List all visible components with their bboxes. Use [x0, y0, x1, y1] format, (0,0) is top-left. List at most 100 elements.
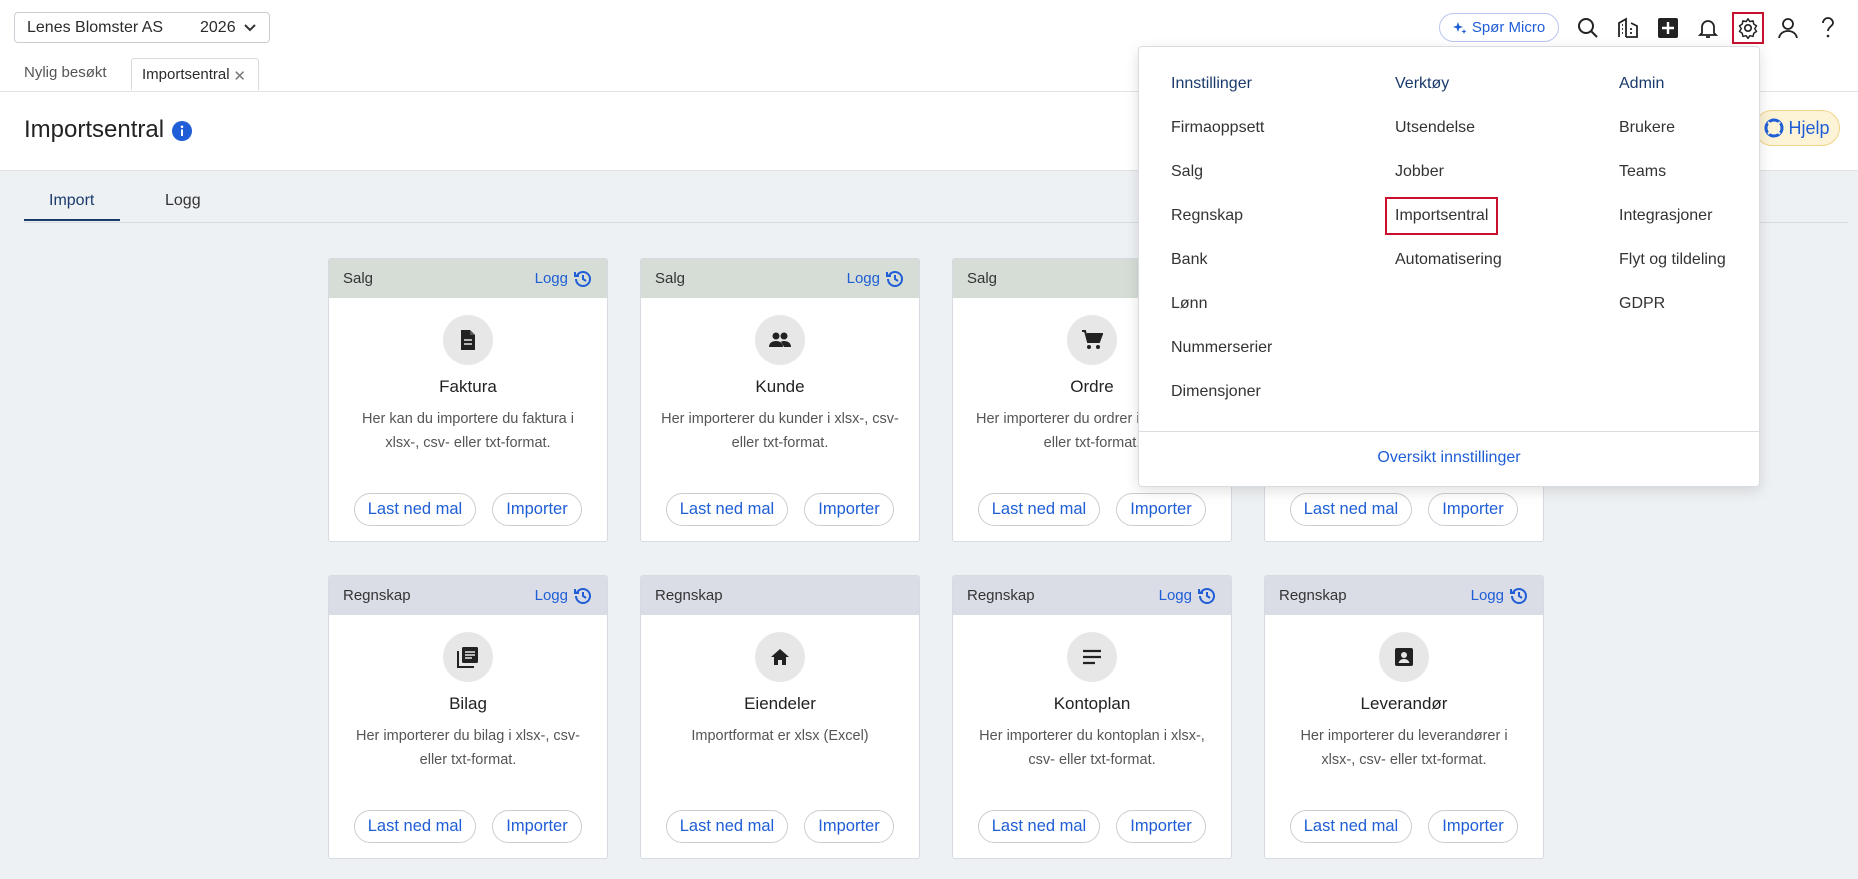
card-category: Salg: [967, 270, 998, 287]
history-icon: [574, 270, 591, 287]
home-icon: [755, 632, 805, 682]
menu-heading: Admin: [1619, 75, 1665, 92]
card-log-link[interactable]: Logg: [1471, 586, 1529, 606]
import-button[interactable]: Importer: [492, 493, 582, 526]
company-selector[interactable]: Lenes Blomster AS 2026: [14, 12, 270, 43]
import-card-kontoplan: Regnskap Logg Kontoplan Her importerer d…: [952, 575, 1232, 859]
download-template-button[interactable]: Last ned mal: [666, 810, 788, 843]
card-header: Regnskap Logg: [329, 576, 607, 615]
close-icon[interactable]: ✕: [233, 67, 246, 85]
user-icon[interactable]: [1772, 12, 1804, 44]
log-label: Logg: [534, 270, 568, 287]
card-category: Salg: [655, 270, 686, 287]
history-icon: [1510, 587, 1527, 604]
import-button[interactable]: Importer: [492, 810, 582, 843]
company-name: Lenes Blomster AS: [27, 18, 164, 36]
menu-item-teams[interactable]: Teams: [1619, 163, 1666, 181]
lines-icon: [1067, 632, 1117, 682]
menu-item-nummerserier[interactable]: Nummerserier: [1171, 339, 1272, 357]
history-icon: [1198, 587, 1215, 604]
card-header: Salg Logg: [329, 259, 607, 298]
help-label: Hjelp: [1788, 117, 1830, 138]
card-log-link[interactable]: Logg: [847, 269, 905, 289]
import-button[interactable]: Importer: [804, 810, 894, 843]
tab-import[interactable]: Import: [49, 192, 94, 210]
settings-overview-link[interactable]: Oversikt innstillinger: [1139, 449, 1759, 467]
help-button[interactable]: Hjelp: [1754, 110, 1840, 146]
help-icon[interactable]: [1812, 12, 1844, 44]
card-title: Kunde: [755, 377, 805, 396]
download-template-button[interactable]: Last ned mal: [1290, 493, 1412, 526]
card-description: Her importerer du bilag i xlsx-, csv- el…: [356, 728, 580, 768]
recent-visited-tab[interactable]: Nylig besøkt: [24, 64, 107, 81]
log-label: Logg: [534, 587, 568, 604]
card-title: Faktura: [439, 377, 497, 396]
download-template-button[interactable]: Last ned mal: [1290, 810, 1412, 843]
menu-item-lonn[interactable]: Lønn: [1171, 295, 1207, 313]
library-books-icon: [443, 632, 493, 682]
tab-importsentral[interactable]: Importsentral ✕: [131, 58, 259, 90]
tab-logg[interactable]: Logg: [165, 192, 201, 210]
menu-item-regnskap[interactable]: Regnskap: [1171, 207, 1243, 225]
download-template-button[interactable]: Last ned mal: [978, 493, 1100, 526]
card-header: Regnskap Logg: [953, 576, 1231, 615]
import-button[interactable]: Importer: [1116, 493, 1206, 526]
card-description: Her importerer du leverandører i xlsx-, …: [1300, 728, 1508, 768]
ask-micro-button[interactable]: Spør Micro: [1439, 13, 1559, 42]
active-tab-indicator: [24, 219, 120, 221]
menu-item-gdpr[interactable]: GDPR: [1619, 295, 1665, 313]
page-title: Importsentral: [24, 116, 165, 143]
card-description: Her kan du importere du faktura i xlsx-,…: [362, 411, 574, 451]
card-header: Regnskap: [641, 576, 919, 615]
card-log-link[interactable]: Logg: [1159, 586, 1217, 606]
menu-item-salg[interactable]: Salg: [1171, 163, 1203, 181]
info-icon[interactable]: [172, 121, 192, 141]
card-title: Kontoplan: [1053, 694, 1131, 713]
log-label: Logg: [1158, 587, 1192, 604]
settings-dropdown: Innstillinger Firmaoppsett Salg Regnskap…: [1138, 46, 1760, 487]
import-card-leverandor: Regnskap Logg Leverandør Her importerer …: [1264, 575, 1544, 859]
log-label: Logg: [846, 270, 880, 287]
import-button[interactable]: Importer: [804, 493, 894, 526]
menu-item-automatisering[interactable]: Automatisering: [1395, 251, 1502, 269]
card-description: Her importerer du kunder i xlsx-, csv- e…: [661, 411, 899, 451]
company-icon[interactable]: [1612, 12, 1644, 44]
card-log-link[interactable]: Logg: [535, 586, 593, 606]
import-card-bilag: Regnskap Logg Bilag Her importerer du bi…: [328, 575, 608, 859]
card-category: Regnskap: [343, 587, 411, 604]
download-template-button[interactable]: Last ned mal: [354, 493, 476, 526]
card-description: Her importerer du kontoplan i xlsx-, csv…: [979, 728, 1205, 768]
history-icon: [574, 587, 591, 604]
download-template-button[interactable]: Last ned mal: [978, 810, 1100, 843]
download-template-button[interactable]: Last ned mal: [354, 810, 476, 843]
card-log-link[interactable]: Logg: [535, 269, 593, 289]
card-title: Eiendeler: [744, 694, 816, 713]
contact-card-icon: [1379, 632, 1429, 682]
import-button[interactable]: Importer: [1428, 493, 1518, 526]
import-button[interactable]: Importer: [1116, 810, 1206, 843]
menu-item-brukere[interactable]: Brukere: [1619, 119, 1675, 137]
menu-item-utsendelse[interactable]: Utsendelse: [1395, 119, 1475, 137]
bell-icon[interactable]: [1692, 12, 1724, 44]
ask-micro-label: Spør Micro: [1471, 19, 1546, 36]
menu-item-importsentral[interactable]: Importsentral: [1384, 197, 1499, 235]
card-category: Regnskap: [1279, 587, 1347, 604]
import-button[interactable]: Importer: [1428, 810, 1518, 843]
add-icon[interactable]: [1652, 12, 1684, 44]
menu-item-dimensjoner[interactable]: Dimensjoner: [1171, 383, 1261, 401]
menu-heading: Innstillinger: [1171, 75, 1252, 92]
import-card-kunde: Salg Logg Kunde Her importerer du kunder…: [640, 258, 920, 542]
history-icon: [886, 270, 903, 287]
menu-item-jobber[interactable]: Jobber: [1395, 163, 1444, 181]
search-icon[interactable]: [1572, 12, 1604, 44]
sparkle-icon: [1452, 21, 1467, 34]
gear-icon[interactable]: [1732, 12, 1764, 44]
download-template-button[interactable]: Last ned mal: [666, 493, 788, 526]
menu-item-integrasjoner[interactable]: Integrasjoner: [1619, 207, 1712, 225]
log-label: Logg: [1470, 587, 1504, 604]
import-card-faktura: Salg Logg Faktura Her kan du importere d…: [328, 258, 608, 542]
menu-item-firmaoppsett[interactable]: Firmaoppsett: [1171, 119, 1264, 137]
card-header: Salg Logg: [641, 259, 919, 298]
menu-item-flyt-og-tildeling[interactable]: Flyt og tildeling: [1619, 251, 1726, 269]
menu-item-bank[interactable]: Bank: [1171, 251, 1207, 269]
